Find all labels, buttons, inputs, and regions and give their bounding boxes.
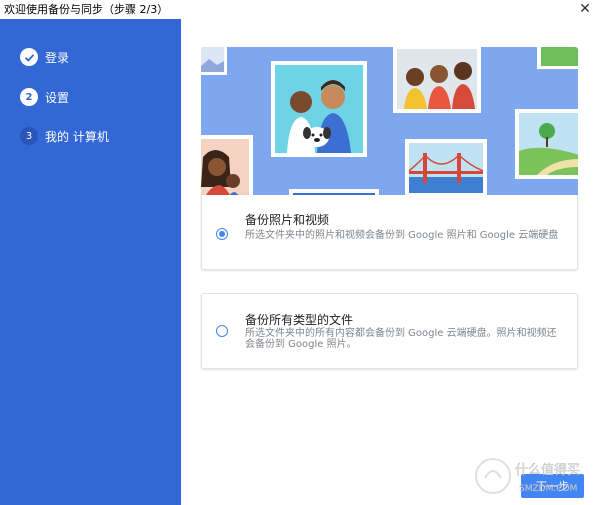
option-card-photos[interactable]: 备份照片和视频 所选文件夹中的照片和视频会备份到 Google 照片和 Goog…: [201, 195, 578, 270]
step-my-computer-number: 3: [20, 127, 38, 145]
photos-illustration: [201, 47, 578, 215]
window-title: 欢迎使用备份与同步（步骤 2/3）: [4, 3, 169, 16]
option-card-all-files[interactable]: 备份所有类型的文件 所选文件夹中的所有内容都会备份到 Google 云端硬盘。照…: [201, 293, 578, 369]
watermark-text: 什么值得买: [515, 462, 580, 478]
watermark: 什么值得买 SMZDM.COM: [471, 454, 591, 500]
title-bar: 欢迎使用备份与同步（步骤 2/3） ✕: [0, 0, 600, 20]
radio-selected-dot: [219, 231, 225, 237]
option-photos-description: 所选文件夹中的照片和视频会备份到 Google 照片和 Google 云端硬盘: [245, 230, 559, 241]
step-login-label: 登录: [45, 50, 70, 65]
step-my-computer: 3 我的 计算机: [20, 127, 109, 145]
steps-sidebar: 登录 2 设置 3 我的 计算机: [0, 19, 181, 505]
step-my-computer-label: 我的 计算机: [45, 129, 109, 144]
step-settings-label: 设置: [45, 90, 70, 105]
step-login: 登录: [20, 48, 69, 66]
option-photos-title: 备份照片和视频: [245, 213, 330, 227]
close-icon[interactable]: ✕: [578, 0, 592, 19]
option-all-files-radio[interactable]: [216, 325, 228, 337]
photos-collage-image: [201, 47, 578, 215]
watermark-site: SMZDM.COM: [519, 484, 577, 494]
option-all-files-description: 所选文件夹中的所有内容都会备份到 Google 云端硬盘。照片和视频还会备份到 …: [245, 328, 557, 350]
step-settings: 2 设置: [20, 88, 69, 106]
main-panel: 备份照片和视频 所选文件夹中的照片和视频会备份到 Google 照片和 Goog…: [181, 19, 600, 505]
option-all-files-title: 备份所有类型的文件: [245, 313, 354, 327]
check-icon: [20, 48, 38, 66]
step-settings-number: 2: [20, 88, 38, 106]
option-photos-radio[interactable]: [216, 228, 228, 240]
